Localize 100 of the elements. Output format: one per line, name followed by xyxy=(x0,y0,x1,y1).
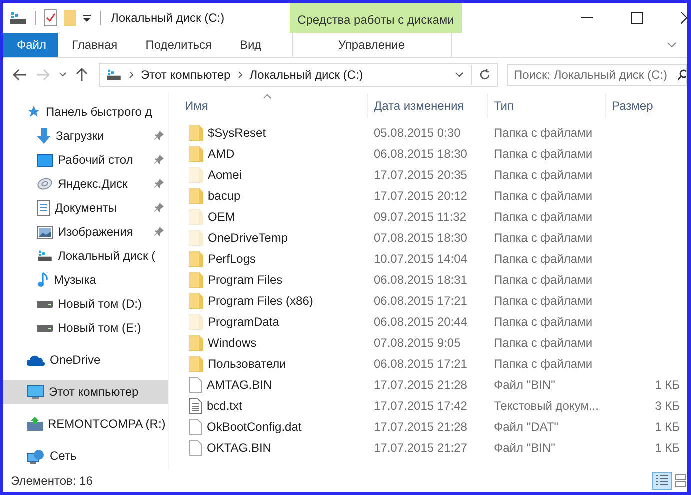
pin-icon xyxy=(154,131,164,141)
chevron-right-icon xyxy=(238,71,243,79)
table-cell: 10.07.2015 14:04 xyxy=(374,252,468,266)
table-cell: Папка с файлами xyxy=(494,294,593,308)
sidebar-item[interactable]: Загрузки xyxy=(3,124,168,148)
chevron-down-icon[interactable] xyxy=(667,42,677,48)
table-cell: 06.08.2015 17:21 xyxy=(374,356,468,370)
drive-icon xyxy=(37,250,53,262)
file-name[interactable]: bacup xyxy=(208,188,241,202)
file-name[interactable]: OKTAG.BIN xyxy=(207,440,272,454)
file-name[interactable]: Program Files (x86) xyxy=(208,294,314,308)
pin-icon xyxy=(154,155,164,165)
close-icon[interactable] xyxy=(681,12,687,24)
table-cell: 17.07.2015 21:27 xyxy=(374,440,468,454)
down-arrow-icon xyxy=(37,128,51,144)
sidebar-item[interactable]: REMONTCOMPA (R:) xyxy=(3,412,168,436)
breadcrumb[interactable]: Локальный диск (C:) xyxy=(250,68,364,82)
table-cell: Файл "BIN" xyxy=(494,378,556,392)
table-cell: 06.08.2015 18:31 xyxy=(374,272,468,286)
file-name[interactable]: Program Files xyxy=(208,272,283,286)
table-cell: 17.07.2015 20:35 xyxy=(374,168,468,182)
file-tab[interactable]: Файл xyxy=(3,33,58,57)
column-header[interactable]: Тип xyxy=(487,94,605,118)
file-name[interactable]: bcd.txt xyxy=(207,398,242,412)
search-field[interactable]: Поиск: Локальный диск (C:) xyxy=(507,64,687,86)
sidebar-item[interactable]: Этот компьютер xyxy=(3,380,168,404)
table-cell: Папка с файлами xyxy=(494,356,593,370)
breadcrumb[interactable]: Этот компьютер xyxy=(141,68,231,82)
table-cell: Файл "DAT" xyxy=(494,420,558,434)
table-cell: 06.08.2015 17:21 xyxy=(374,294,468,308)
table-cell: Папка с файлами xyxy=(494,188,593,202)
monitor-icon xyxy=(27,384,44,400)
drive-icon xyxy=(37,300,53,308)
column-header[interactable]: Размер xyxy=(605,94,680,118)
sidebar-item[interactable]: Рабочий стол xyxy=(3,148,168,172)
chevron-right-icon xyxy=(129,71,134,79)
file-name[interactable]: AMTAG.BIN xyxy=(207,378,272,392)
table-cell: Файл "BIN" xyxy=(494,440,556,454)
table-cell: 05.08.2015 0:30 xyxy=(374,126,461,140)
sidebar-item[interactable]: Панель быстрого д xyxy=(3,100,168,124)
refresh-icon[interactable] xyxy=(479,69,491,81)
details-view-icon[interactable] xyxy=(652,472,672,490)
dropdown-icon[interactable] xyxy=(82,13,92,23)
chevron-down-icon[interactable] xyxy=(59,72,67,78)
column-header[interactable]: Имя xyxy=(177,94,367,118)
table-cell: 1 КБ xyxy=(655,440,680,454)
large-icons-view-icon[interactable] xyxy=(675,472,687,490)
table-cell: 3 КБ xyxy=(655,398,680,412)
context-tab-header: Средства работы с дисками xyxy=(290,3,462,33)
table-cell: Папка с файлами xyxy=(494,126,593,140)
maximize-icon[interactable] xyxy=(631,12,643,24)
image-icon xyxy=(37,226,53,238)
file-name[interactable]: OneDriveTemp xyxy=(208,230,288,244)
table-cell: Папка с файлами xyxy=(494,210,593,224)
sidebar-item[interactable]: Новый том (D:) xyxy=(3,292,168,316)
disk-icon xyxy=(37,177,53,191)
file-name[interactable]: AMD xyxy=(208,146,235,160)
table-cell: Папка с файлами xyxy=(494,336,593,350)
item-count: Элементов: 16 xyxy=(11,474,93,488)
pin-icon xyxy=(154,227,164,237)
table-cell: Папка с файлами xyxy=(494,146,593,160)
sidebar-item[interactable]: Изображения xyxy=(3,220,168,244)
file-name[interactable]: ProgramData xyxy=(208,314,280,328)
address-bar[interactable]: Этот компьютер Локальный диск (C:) xyxy=(99,63,498,87)
file-name[interactable]: OkBootConfig.dat xyxy=(207,420,302,434)
sidebar-item[interactable]: Новый том (E:) xyxy=(3,316,168,340)
file-name[interactable]: OEM xyxy=(208,210,236,224)
table-cell: Папка с файлами xyxy=(494,272,593,286)
table-cell: 17.07.2015 20:12 xyxy=(374,188,468,202)
search-icon[interactable] xyxy=(678,69,686,81)
pin-icon xyxy=(154,179,164,189)
table-cell: Папка с файлами xyxy=(494,230,593,244)
up-arrow-icon[interactable] xyxy=(76,68,88,82)
sidebar-item[interactable]: Сеть xyxy=(3,444,168,468)
table-cell: 17.07.2015 21:28 xyxy=(374,378,468,392)
column-header[interactable]: Дата изменения xyxy=(367,94,487,118)
sidebar-item[interactable]: Яндекс.Диск xyxy=(3,172,168,196)
window-title: Локальный диск (C:) xyxy=(111,11,225,25)
sidebar-item[interactable]: Музыка xyxy=(3,268,168,292)
back-arrow-icon[interactable] xyxy=(13,69,27,81)
drive-icon xyxy=(27,417,43,431)
pin-icon xyxy=(154,203,164,213)
cloud-icon xyxy=(27,354,45,366)
checklist-icon[interactable] xyxy=(44,9,58,27)
sort-caret-icon xyxy=(263,94,272,99)
sidebar-item[interactable]: Локальный диск ( xyxy=(3,244,168,268)
file-name[interactable]: $SysReset xyxy=(208,126,266,140)
file-name[interactable]: Windows xyxy=(208,336,257,350)
desktop-icon xyxy=(37,154,53,166)
file-name[interactable]: PerfLogs xyxy=(208,252,256,266)
file-name[interactable]: Пользователи xyxy=(208,356,286,370)
sidebar-item[interactable]: OneDrive xyxy=(3,348,168,372)
table-cell: 1 КБ xyxy=(655,378,680,392)
star-icon xyxy=(27,105,41,119)
ribbon-tab[interactable]: Управление xyxy=(292,33,452,57)
music-note-icon xyxy=(37,272,49,288)
drive-icon[interactable] xyxy=(9,11,27,25)
chevron-down-icon[interactable] xyxy=(455,72,464,78)
file-name[interactable]: Aomei xyxy=(208,168,242,182)
sidebar-item[interactable]: Документы xyxy=(3,196,168,220)
